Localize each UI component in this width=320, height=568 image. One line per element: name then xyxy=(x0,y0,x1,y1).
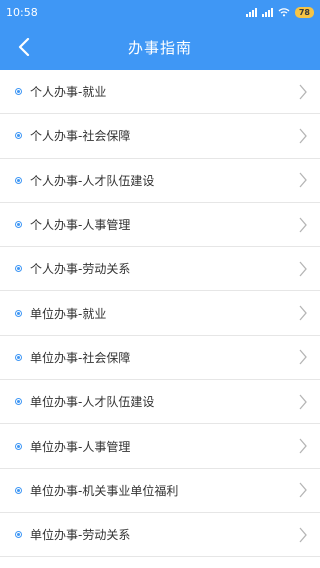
chevron-right-icon xyxy=(299,128,307,144)
list-item[interactable]: 个人办事-劳动关系 xyxy=(0,247,320,292)
chevron-right-icon xyxy=(299,217,307,232)
back-button[interactable] xyxy=(10,33,38,61)
list-item-label: 个人办事-就业 xyxy=(30,85,107,100)
list-item[interactable]: 单位办事-人才队伍建设 xyxy=(0,380,320,425)
list-item-label: 单位办事-劳动关系 xyxy=(30,528,131,543)
chevron-right-icon xyxy=(299,349,307,365)
header: 办事指南 xyxy=(0,24,320,70)
chevron-right-icon xyxy=(299,527,307,543)
bullet-icon xyxy=(15,442,22,450)
status-icons: 78 xyxy=(245,6,314,18)
bullet-icon xyxy=(15,176,22,184)
bullet-icon xyxy=(15,353,22,361)
list-item-label: 个人办事-人才队伍建设 xyxy=(30,173,155,188)
list-item[interactable]: 单位办事-机关事业单位福利 xyxy=(0,468,320,513)
chevron-right-icon xyxy=(299,84,307,100)
list-item-label: 个人办事-社会保障 xyxy=(30,129,131,144)
list-item-label: 个人办事-劳动关系 xyxy=(30,262,131,277)
list-item-label: 单位办事-就业 xyxy=(30,306,107,321)
bullet-icon xyxy=(15,132,22,140)
signal-icon xyxy=(245,7,257,17)
bullet-icon xyxy=(15,221,22,229)
chevron-left-icon xyxy=(18,38,30,56)
chevron-right-icon xyxy=(299,394,307,410)
list-item[interactable]: 单位办事-劳动关系 xyxy=(0,512,320,558)
bullet-icon xyxy=(15,309,22,317)
chevron-right-icon xyxy=(299,305,307,321)
chevron-right-icon xyxy=(299,172,307,188)
list-item[interactable]: 单位办事-社会保障 xyxy=(0,335,320,381)
status-time: 10:58 xyxy=(6,5,38,19)
bullet-icon xyxy=(15,398,22,406)
list-item-label: 单位办事-人事管理 xyxy=(30,439,131,454)
signal-icon xyxy=(261,7,273,17)
chevron-right-icon xyxy=(299,482,307,498)
list-item[interactable]: 个人办事-人才队伍建设 xyxy=(0,158,320,203)
list-item-label: 单位办事-人才队伍建设 xyxy=(30,395,155,410)
list-item-label: 个人办事-人事管理 xyxy=(30,218,131,233)
chevron-right-icon xyxy=(299,261,307,277)
wifi-icon xyxy=(278,8,290,17)
list-item[interactable]: 个人办事-就业 xyxy=(0,70,320,115)
battery-icon: 78 xyxy=(294,6,314,18)
bullet-icon xyxy=(15,265,22,273)
list-item-label: 单位办事-机关事业单位福利 xyxy=(30,483,179,498)
status-bar: 10:58 78 xyxy=(0,0,320,24)
list-item[interactable]: 个人办事-人事管理 xyxy=(0,202,320,248)
bullet-icon xyxy=(15,486,22,494)
guide-list: 个人办事-就业 个人办事-社会保障 个人办事-人才队伍建设 个人办事-人事管理 … xyxy=(0,70,320,558)
list-item[interactable]: 单位办事-就业 xyxy=(0,291,320,336)
list-item[interactable]: 个人办事-社会保障 xyxy=(0,114,320,159)
chevron-right-icon xyxy=(299,438,307,454)
page-title: 办事指南 xyxy=(127,38,192,57)
bullet-icon xyxy=(15,88,22,96)
list-item[interactable]: 单位办事-人事管理 xyxy=(0,424,320,469)
bullet-icon xyxy=(15,531,22,539)
list-item-label: 单位办事-社会保障 xyxy=(30,350,131,365)
